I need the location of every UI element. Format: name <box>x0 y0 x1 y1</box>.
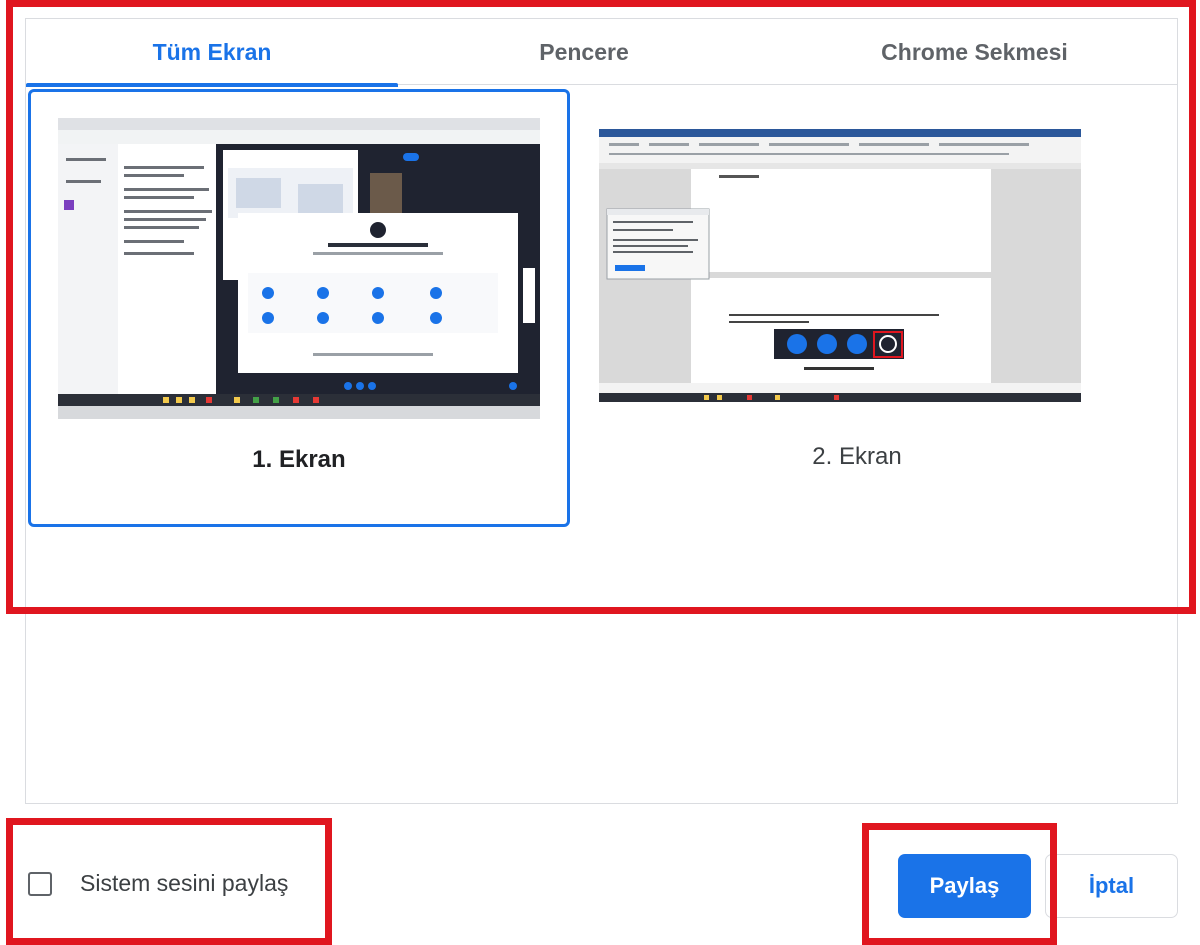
share-audio-checkbox[interactable] <box>28 871 52 896</box>
tab-window[interactable]: Pencere <box>398 19 770 85</box>
cancel-button[interactable]: İptal <box>1045 854 1178 918</box>
tab-chrome-tab[interactable]: Chrome Sekmesi <box>770 19 1179 85</box>
screen-1-label: 1. Ekran <box>252 446 346 473</box>
tab-label: Chrome Sekmesi <box>881 38 1068 65</box>
tab-label: Tüm Ekran <box>152 38 272 65</box>
share-audio-label: Sistem sesini paylaş <box>80 870 289 896</box>
screen-1-thumbnail <box>58 118 540 419</box>
share-system-audio-option[interactable]: Sistem sesini paylaş <box>28 870 288 897</box>
source-tabs: Tüm Ekran Pencere Chrome Sekmesi <box>26 19 1179 87</box>
share-button[interactable]: Paylaş <box>898 854 1031 918</box>
screen-tile-2[interactable]: 2. Ekran <box>586 89 1128 527</box>
screen-2-label: 2. Ekran <box>812 443 902 470</box>
screen-picker-panel: Tüm Ekran Pencere Chrome Sekmesi 1. Ekra… <box>25 18 1178 804</box>
tab-entire-screen[interactable]: Tüm Ekran <box>26 19 398 87</box>
screen-tile-1[interactable]: 1. Ekran <box>28 89 570 527</box>
tab-label: Pencere <box>539 38 629 65</box>
screen-2-thumbnail <box>599 129 1081 402</box>
active-tab-indicator <box>26 83 398 87</box>
